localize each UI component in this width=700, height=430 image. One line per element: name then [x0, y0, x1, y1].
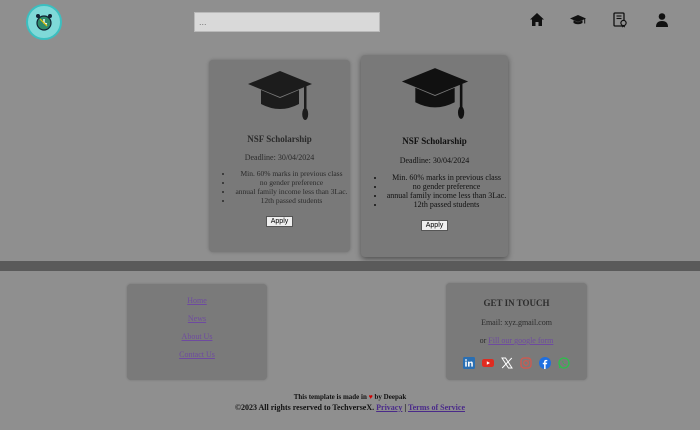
- footer-link-contact[interactable]: Contact Us: [127, 350, 267, 359]
- logo[interactable]: [26, 4, 62, 40]
- scholarship-card: NSF Scholarship Deadline: 30/04/2024 Min…: [209, 60, 350, 252]
- list-item: 12th passed students: [233, 196, 350, 205]
- certificate-icon[interactable]: [612, 12, 628, 28]
- x-icon[interactable]: [501, 357, 513, 369]
- graduation-cap-icon: [401, 68, 468, 119]
- list-item: no gender preference: [233, 178, 350, 187]
- list-item: annual family income less than 3Lac.: [385, 191, 508, 200]
- home-icon[interactable]: [529, 12, 545, 28]
- card-title: NSF Scholarship: [402, 136, 467, 146]
- list-item: Min. 60% marks in previous class: [385, 173, 508, 182]
- google-form-link[interactable]: Fill our google form: [488, 336, 553, 345]
- or-text: or: [479, 336, 487, 345]
- list-item: annual family income less than 3Lac.: [233, 187, 350, 196]
- terms-link[interactable]: Terms of Service: [408, 403, 465, 412]
- apply-button[interactable]: Apply: [265, 216, 294, 227]
- apply-button[interactable]: Apply: [420, 220, 449, 231]
- footer-links: Home News About Us Contact Us: [127, 284, 267, 380]
- credit-prefix: This template is made in: [293, 393, 367, 401]
- user-icon[interactable]: [654, 12, 670, 28]
- credit-suffix: by Deepak: [374, 393, 407, 401]
- criteria-list: Min. 60% marks in previous class no gend…: [209, 169, 350, 205]
- instagram-icon[interactable]: [520, 357, 532, 369]
- contact-form-line: or Fill our google form: [446, 336, 587, 345]
- logo-clock-icon: [36, 14, 52, 31]
- search-input[interactable]: [194, 12, 380, 32]
- list-item: 12th passed students: [385, 200, 508, 209]
- card-title: NSF Scholarship: [247, 134, 312, 144]
- footer-link-about[interactable]: About Us: [127, 332, 267, 341]
- graduation-cap-icon[interactable]: [570, 12, 586, 28]
- whatsapp-icon[interactable]: [558, 357, 570, 369]
- card-deadline: Deadline: 30/04/2024: [399, 156, 470, 165]
- separator: |: [404, 403, 407, 412]
- privacy-link[interactable]: Privacy: [376, 403, 402, 412]
- copyright-text: ©2023 All rights reserved to TechverseX.: [234, 403, 375, 412]
- card-deadline: Deadline: 30/04/2024: [244, 153, 315, 162]
- footer-link-news[interactable]: News: [127, 314, 267, 323]
- header: [0, 0, 700, 44]
- list-item: Min. 60% marks in previous class: [233, 169, 350, 178]
- credit-line: This template is made in ♥ by Deepak: [0, 393, 700, 401]
- section-divider: [0, 261, 700, 271]
- copyright-line: ©2023 All rights reserved to TechverseX.…: [0, 403, 700, 412]
- youtube-icon[interactable]: [482, 357, 494, 369]
- contact-box: GET IN TOUCH Email: xyz.gmail.com or Fil…: [446, 283, 587, 380]
- heart-icon: ♥: [368, 393, 373, 401]
- footer-link-home[interactable]: Home: [127, 296, 267, 305]
- graduation-cap-icon: [247, 71, 312, 120]
- list-item: no gender preference: [385, 182, 508, 191]
- contact-heading: GET IN TOUCH: [483, 298, 550, 308]
- facebook-icon[interactable]: [539, 357, 551, 369]
- scholarship-card: NSF Scholarship Deadline: 30/04/2024 Min…: [361, 55, 508, 257]
- linkedin-icon[interactable]: [463, 357, 475, 369]
- criteria-list: Min. 60% marks in previous class no gend…: [361, 173, 508, 209]
- contact-email: Email: xyz.gmail.com: [481, 318, 552, 327]
